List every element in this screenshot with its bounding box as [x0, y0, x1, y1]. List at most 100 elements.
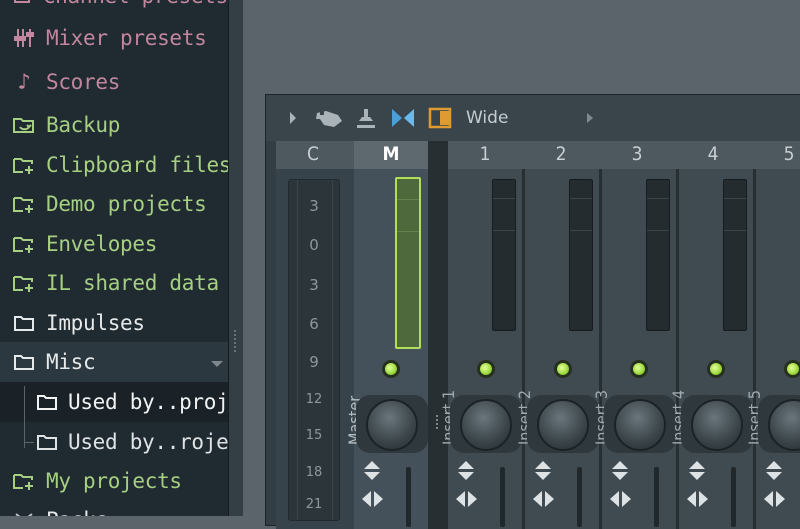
master-level-meter [395, 177, 421, 349]
browser-item-packs[interactable]: Packs [0, 500, 228, 516]
insert-2-level-meter [569, 179, 593, 331]
header-track-3[interactable]: 3 [600, 143, 674, 165]
swap-updown-icon[interactable] [364, 461, 380, 481]
header-track-1[interactable]: 1 [448, 143, 522, 165]
db-tick: 3 [309, 197, 319, 215]
panel-view-icon[interactable] [428, 107, 452, 129]
insert-4-enable-led[interactable] [707, 360, 725, 378]
browser-item-label: Envelopes [46, 232, 158, 256]
insert-4-pan-knob[interactable] [691, 399, 743, 451]
swap-updown-icon[interactable] [535, 461, 551, 481]
folder-icon [36, 392, 58, 412]
tree-guide-branch [24, 442, 34, 443]
swap-updown-icon[interactable] [458, 461, 474, 481]
mixer-presets-icon [12, 27, 36, 49]
insert-1-volume-fader[interactable] [500, 467, 505, 527]
bowtie-view-icon[interactable] [390, 107, 416, 129]
browser-item-impulses[interactable]: Impulses [0, 303, 228, 343]
browser-item-label: Channel presets [43, 0, 228, 8]
hand-icon[interactable] [314, 107, 344, 129]
browser-item-label: Demo projects [46, 192, 207, 216]
db-scale: 3 0 3 6 9 12 15 18 21 [288, 179, 340, 521]
header-track-2[interactable]: 2 [524, 143, 598, 165]
packs-icon [12, 510, 36, 516]
db-tick: 12 [305, 392, 323, 407]
note-icon: ♪ [17, 69, 31, 95]
browser-item-backup[interactable]: Backup [0, 105, 228, 145]
master-enable-led[interactable] [382, 360, 400, 378]
browser-item-envelopes[interactable]: Envelopes [0, 224, 228, 264]
browser-item-demo-projects[interactable]: Demo projects [0, 184, 228, 224]
browser-item-my-projects[interactable]: My projects [0, 461, 228, 501]
swap-leftright-icon[interactable] [764, 489, 786, 509]
browser-item-label: Mixer presets [46, 26, 207, 50]
master-volume-fader[interactable] [406, 467, 411, 527]
folder-plus-icon [12, 471, 36, 491]
db-tick: 18 [305, 465, 323, 480]
db-tick: 6 [309, 315, 319, 333]
browser-item-label: Packs [46, 508, 108, 516]
master-pan-knob[interactable] [366, 399, 418, 451]
insert-3-level-meter [646, 179, 670, 331]
swap-leftright-icon[interactable] [610, 489, 632, 509]
browser-item-label: Used by..rojects [68, 430, 228, 454]
folder-icon [12, 313, 36, 333]
insert-2-pan-knob[interactable] [537, 399, 589, 451]
swap-updown-icon[interactable] [689, 461, 705, 481]
next-arrow-icon[interactable] [586, 112, 594, 124]
tree-guide-line [24, 386, 25, 448]
header-master[interactable]: M [354, 143, 428, 165]
db-tick: 0 [309, 236, 319, 254]
folder-icon [36, 432, 58, 452]
insert-4-level-meter [723, 179, 747, 331]
insert-1-enable-led[interactable] [477, 360, 495, 378]
header-track-4[interactable]: 4 [676, 143, 750, 165]
db-tick: 9 [309, 353, 319, 371]
swap-leftright-icon[interactable] [533, 489, 555, 509]
browser-item-clipboard-files[interactable]: Clipboard files [0, 145, 228, 185]
insert-3-pan-knob[interactable] [614, 399, 666, 451]
browser-item-label: Used by..projects [68, 390, 228, 414]
browser-item-il-shared-data[interactable]: IL shared data [0, 263, 228, 303]
separator-grip[interactable] [436, 415, 438, 431]
insert-5-enable-led[interactable] [784, 360, 800, 378]
browser-item-scores[interactable]: ♪ Scores [0, 62, 228, 102]
pin-icon[interactable] [354, 107, 378, 131]
browser-item-channel-presets[interactable]: Channel presets [0, 0, 228, 16]
swap-leftright-icon[interactable] [362, 489, 384, 509]
insert-4-volume-fader[interactable] [731, 467, 736, 527]
insert-1-pan-knob[interactable] [460, 399, 512, 451]
header-current[interactable]: C [276, 143, 350, 165]
browser-item-label: My projects [46, 469, 182, 493]
mixer-window: Wide C M 1 2 3 4 5 3 0 3 6 9 12 15 18 21 [265, 94, 800, 529]
channel-presets-icon [12, 0, 33, 5]
browser-item-used-by-projects-1[interactable]: Used by..projects [0, 382, 228, 422]
browser-item-used-by-projects-2[interactable]: Used by..rojects [0, 422, 228, 462]
db-tick: 15 [305, 428, 323, 443]
browser-item-label: Clipboard files [46, 153, 228, 177]
header-separator [428, 141, 448, 169]
folder-plus-icon [12, 194, 36, 214]
insert-3-volume-fader[interactable] [654, 467, 659, 527]
browser-item-label: Scores [46, 70, 121, 94]
mixer-toolbar: Wide [266, 95, 800, 141]
folder-plus-icon [12, 155, 36, 175]
header-track-5[interactable]: 5 [752, 143, 800, 165]
browser-panel: Channel presets Mixer presets ♪ Scores B… [0, 0, 228, 516]
browser-item-misc[interactable]: Misc [0, 342, 228, 382]
chevron-down-icon[interactable] [211, 361, 223, 367]
swap-updown-icon[interactable] [766, 461, 782, 481]
db-tick: 3 [309, 276, 319, 294]
folder-icon [12, 352, 36, 372]
insert-2-enable-led[interactable] [554, 360, 572, 378]
insert-3-enable-led[interactable] [630, 360, 648, 378]
swap-leftright-icon[interactable] [456, 489, 478, 509]
swap-leftright-icon[interactable] [687, 489, 709, 509]
insert-2-volume-fader[interactable] [577, 467, 582, 527]
panel-resize-handle[interactable] [228, 0, 243, 516]
browser-item-mixer-presets[interactable]: Mixer presets [0, 18, 228, 58]
browser-item-label: Backup [46, 113, 121, 137]
swap-updown-icon[interactable] [612, 461, 628, 481]
view-mode-label[interactable]: Wide [466, 108, 508, 128]
menu-arrow-icon[interactable] [288, 111, 298, 125]
